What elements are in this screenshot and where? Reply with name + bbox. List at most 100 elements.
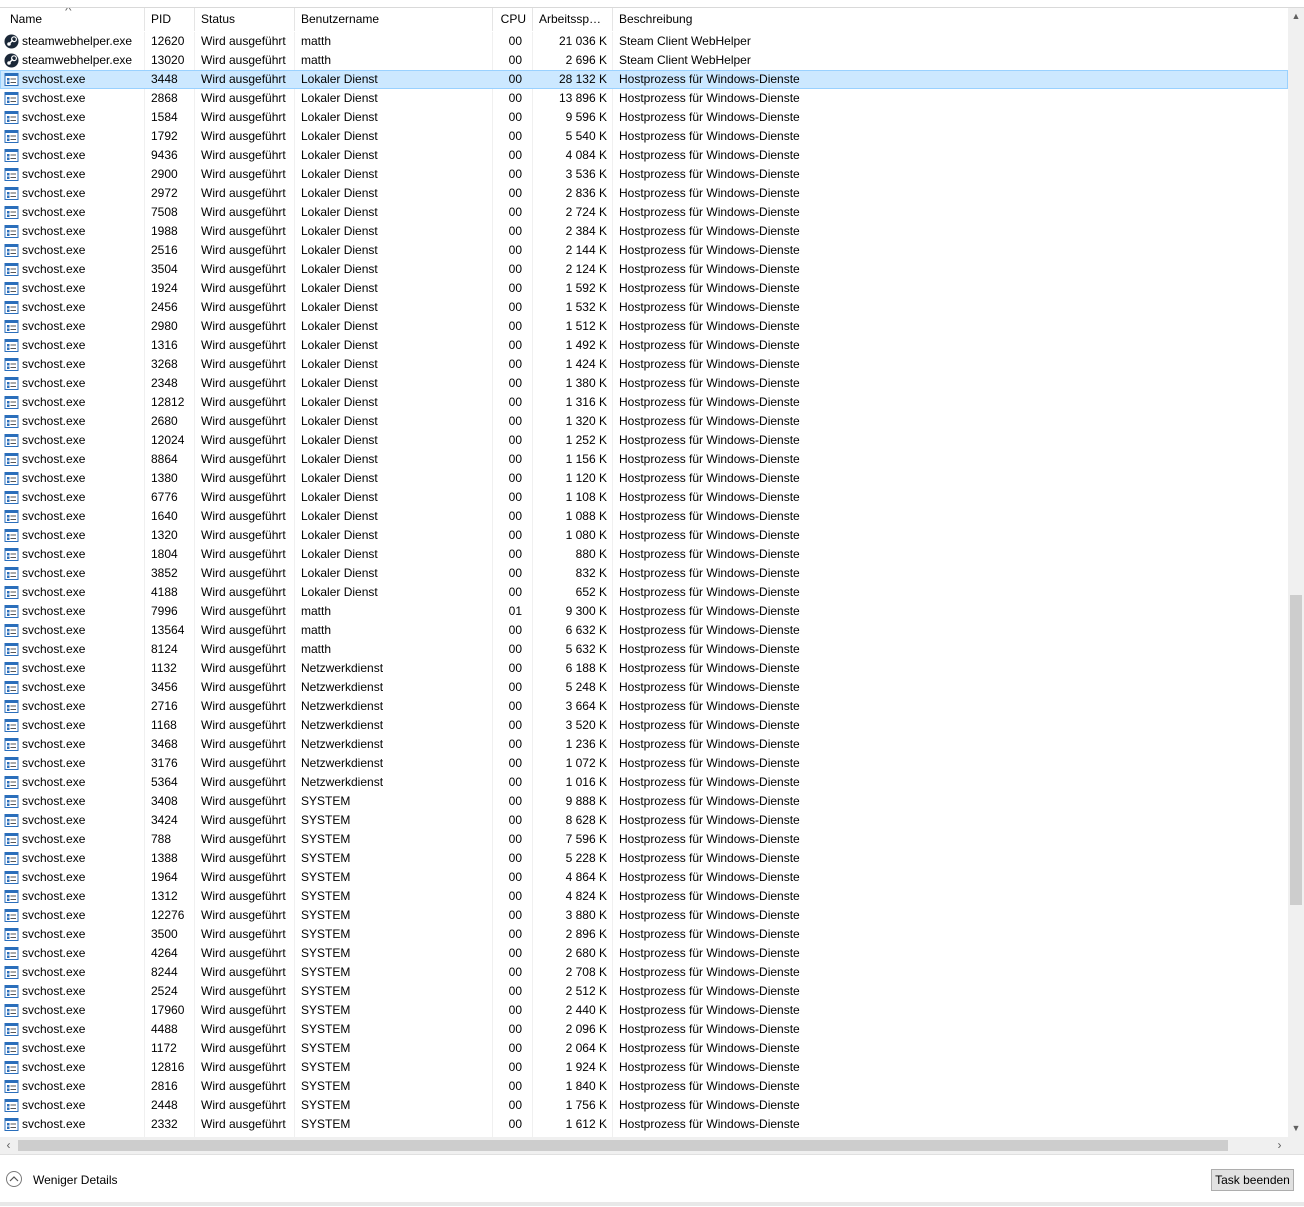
table-row[interactable]: svchost.exe 3456 Wird ausgeführt Netzwerkdi…: [0, 678, 1288, 697]
status-cell: Wird ausgeführt: [201, 984, 286, 998]
pid-cell: 2348: [151, 376, 178, 390]
table-row[interactable]: svchost.exe 1312 Wird ausgeführt SYSTEM 00 4 …: [0, 887, 1288, 906]
table-row[interactable]: svchost.exe 9436 Wird ausgeführt Lokaler Di…: [0, 146, 1288, 165]
column-header-status[interactable]: Status: [195, 8, 295, 31]
memory-cell: 8 628 K: [565, 813, 607, 827]
table-row[interactable]: svchost.exe 1316 Wird ausgeführt Lokaler Di…: [0, 336, 1288, 355]
username-cell: Lokaler Dienst: [301, 471, 378, 485]
column-header-cpu[interactable]: CPU: [493, 8, 533, 31]
table-row[interactable]: svchost.exe 12816 Wird ausgeführt SYSTEM 00 1…: [0, 1058, 1288, 1077]
table-row[interactable]: svchost.exe 1964 Wird ausgeführt SYSTEM 00 4 …: [0, 868, 1288, 887]
table-row[interactable]: svchost.exe 5364 Wird ausgeführt Netzwerkdi…: [0, 773, 1288, 792]
status-cell: Wird ausgeführt: [201, 813, 286, 827]
memory-cell: 3 536 K: [565, 167, 607, 181]
table-row[interactable]: steamwebhelper.exe 13020 Wird ausgeführt ma…: [0, 51, 1288, 70]
description-cell: Hostprozess für Windows-Dienste: [619, 395, 800, 409]
table-row[interactable]: svchost.exe 1132 Wird ausgeführt Netzwerkdi…: [0, 659, 1288, 678]
scroll-down-icon[interactable]: ▼: [1288, 1120, 1304, 1137]
cpu-cell: 00: [508, 889, 522, 903]
table-row[interactable]: svchost.exe 2680 Wird ausgeführt Lokaler Di…: [0, 412, 1288, 431]
status-cell: Wird ausgeführt: [201, 680, 286, 694]
vertical-scroll-thumb[interactable]: [1290, 595, 1302, 905]
scroll-right-icon[interactable]: ›: [1271, 1137, 1288, 1154]
table-row[interactable]: svchost.exe 2448 Wird ausgeführt SYSTEM 00 1 …: [0, 1096, 1288, 1115]
process-name-cell: svchost.exe: [22, 927, 86, 941]
table-row[interactable]: svchost.exe 1584 Wird ausgeführt Lokaler Di…: [0, 108, 1288, 127]
table-row[interactable]: svchost.exe 1168 Wird ausgeführt Netzwerkdi…: [0, 716, 1288, 735]
table-row[interactable]: svchost.exe 2980 Wird ausgeführt Lokaler Di…: [0, 317, 1288, 336]
table-row[interactable]: svchost.exe 2716 Wird ausgeführt Netzwerkdi…: [0, 697, 1288, 716]
vertical-scrollbar[interactable]: ▲ ▼: [1288, 8, 1304, 1137]
table-row[interactable]: svchost.exe 2516 Wird ausgeführt Lokaler Di…: [0, 241, 1288, 260]
table-row[interactable]: svchost.exe 8244 Wird ausgeführt SYSTEM 00 2 …: [0, 963, 1288, 982]
table-row[interactable]: svchost.exe 3268 Wird ausgeführt Lokaler Di…: [0, 355, 1288, 374]
column-header-description[interactable]: Beschreibung: [613, 8, 1288, 31]
memory-cell: 2 384 K: [565, 224, 607, 238]
horizontal-scroll-thumb[interactable]: [18, 1140, 1228, 1151]
table-row[interactable]: steamwebhelper.exe 12620 Wird ausgeführt ma…: [0, 32, 1288, 51]
table-row[interactable]: svchost.exe 2332 Wird ausgeführt SYSTEM 00 1 …: [0, 1115, 1288, 1134]
status-cell: Wird ausgeführt: [201, 1041, 286, 1055]
table-row[interactable]: svchost.exe 6776 Wird ausgeführt Lokaler Di…: [0, 488, 1288, 507]
description-cell: Hostprozess für Windows-Dienste: [619, 547, 800, 561]
table-row[interactable]: svchost.exe 3852 Wird ausgeführt Lokaler Di…: [0, 564, 1288, 583]
username-cell: Lokaler Dienst: [301, 338, 378, 352]
table-row[interactable]: svchost.exe 3448 Wird ausgeführt Lokaler Di…: [0, 70, 1288, 89]
table-row[interactable]: svchost.exe 4264 Wird ausgeführt SYSTEM 00 2 …: [0, 944, 1288, 963]
table-row[interactable]: svchost.exe 1792 Wird ausgeführt Lokaler Di…: [0, 127, 1288, 146]
table-row[interactable]: svchost.exe 1388 Wird ausgeführt SYSTEM 00 5 …: [0, 849, 1288, 868]
steam-icon: [4, 34, 19, 49]
scroll-left-icon[interactable]: ‹: [0, 1137, 17, 1154]
table-row[interactable]: svchost.exe 788 Wird ausgeführt SYSTEM 00 7 5…: [0, 830, 1288, 849]
table-row[interactable]: svchost.exe 1804 Wird ausgeführt Lokaler Di…: [0, 545, 1288, 564]
column-header-pid[interactable]: PID: [145, 8, 195, 31]
table-row[interactable]: svchost.exe 7996 Wird ausgeführt matth 01 9 3…: [0, 602, 1288, 621]
table-row[interactable]: svchost.exe 7508 Wird ausgeführt Lokaler Di…: [0, 203, 1288, 222]
column-header-name[interactable]: ^ Name: [0, 8, 145, 31]
table-row[interactable]: svchost.exe 1172 Wird ausgeführt SYSTEM 00 2 …: [0, 1039, 1288, 1058]
status-cell: Wird ausgeführt: [201, 566, 286, 580]
table-row[interactable]: svchost.exe 3500 Wird ausgeführt SYSTEM 00 2 …: [0, 925, 1288, 944]
cpu-cell: 00: [508, 167, 522, 181]
table-row[interactable]: svchost.exe 4488 Wird ausgeführt SYSTEM 00 2 …: [0, 1020, 1288, 1039]
table-row[interactable]: svchost.exe 12024 Wird ausgeführt Lokaler D…: [0, 431, 1288, 450]
table-row[interactable]: svchost.exe 8864 Wird ausgeführt Lokaler Di…: [0, 450, 1288, 469]
table-row[interactable]: svchost.exe 3424 Wird ausgeführt SYSTEM 00 8 …: [0, 811, 1288, 830]
table-row[interactable]: svchost.exe 17960 Wird ausgeführt SYSTEM 00 2…: [0, 1001, 1288, 1020]
process-name-cell: svchost.exe: [22, 338, 86, 352]
table-row[interactable]: svchost.exe 8124 Wird ausgeführt matth 00 5 6…: [0, 640, 1288, 659]
scroll-up-icon[interactable]: ▲: [1288, 8, 1304, 25]
table-row[interactable]: svchost.exe 3468 Wird ausgeführt Netzwerkdi…: [0, 735, 1288, 754]
horizontal-scrollbar[interactable]: ‹ ›: [0, 1137, 1288, 1154]
table-row[interactable]: svchost.exe 2868 Wird ausgeführt Lokaler Di…: [0, 89, 1288, 108]
table-row[interactable]: svchost.exe 2456 Wird ausgeführt Lokaler Di…: [0, 298, 1288, 317]
table-row[interactable]: svchost.exe 2524 Wird ausgeführt SYSTEM 00 2 …: [0, 982, 1288, 1001]
table-row[interactable]: svchost.exe 12276 Wird ausgeführt SYSTEM 00 3…: [0, 906, 1288, 925]
table-row[interactable]: svchost.exe 1320 Wird ausgeführt Lokaler Di…: [0, 526, 1288, 545]
status-cell: Wird ausgeführt: [201, 34, 286, 48]
column-header-name-label: Name: [10, 12, 43, 26]
column-header-memory[interactable]: Arbeitsspei...: [533, 8, 613, 31]
service-host-icon: [4, 927, 19, 942]
description-cell: Hostprozess für Windows-Dienste: [619, 148, 800, 162]
table-row[interactable]: svchost.exe 1640 Wird ausgeführt Lokaler Di…: [0, 507, 1288, 526]
table-row[interactable]: svchost.exe 2972 Wird ausgeführt Lokaler Di…: [0, 184, 1288, 203]
table-row[interactable]: svchost.exe 3504 Wird ausgeführt Lokaler Di…: [0, 260, 1288, 279]
table-row[interactable]: svchost.exe 1924 Wird ausgeführt Lokaler Di…: [0, 279, 1288, 298]
column-header-user[interactable]: Benutzername: [295, 8, 493, 31]
table-row[interactable]: svchost.exe 4188 Wird ausgeführt Lokaler Di…: [0, 583, 1288, 602]
table-row[interactable]: svchost.exe 2900 Wird ausgeführt Lokaler Di…: [0, 165, 1288, 184]
table-row[interactable]: svchost.exe 3176 Wird ausgeführt Netzwerkdi…: [0, 754, 1288, 773]
process-name-cell: svchost.exe: [22, 680, 86, 694]
status-cell: Wird ausgeführt: [201, 357, 286, 371]
table-row[interactable]: svchost.exe 1988 Wird ausgeführt Lokaler Di…: [0, 222, 1288, 241]
table-row[interactable]: svchost.exe 12812 Wird ausgeführt Lokaler D…: [0, 393, 1288, 412]
process-name-cell: svchost.exe: [22, 376, 86, 390]
table-row[interactable]: svchost.exe 1380 Wird ausgeführt Lokaler Di…: [0, 469, 1288, 488]
pid-cell: 1640: [151, 509, 178, 523]
table-row[interactable]: svchost.exe 3408 Wird ausgeführt SYSTEM 00 9 …: [0, 792, 1288, 811]
table-row[interactable]: svchost.exe 2348 Wird ausgeführt Lokaler Di…: [0, 374, 1288, 393]
table-row[interactable]: svchost.exe 13564 Wird ausgeführt matth 00 6 …: [0, 621, 1288, 640]
table-row[interactable]: svchost.exe 2816 Wird ausgeführt SYSTEM 00 1 …: [0, 1077, 1288, 1096]
end-task-button[interactable]: Task beenden: [1211, 1169, 1294, 1191]
